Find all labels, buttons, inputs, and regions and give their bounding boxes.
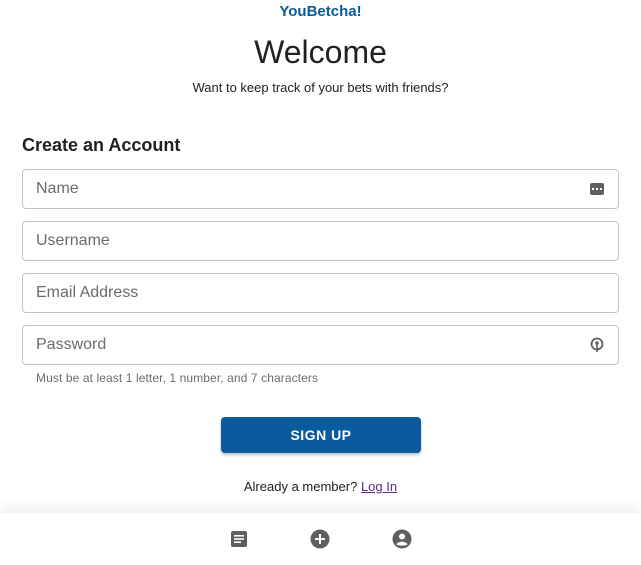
email-field [22,273,619,313]
username-input[interactable] [23,222,618,260]
password-helper-text: Must be at least 1 letter, 1 number, and… [36,371,319,385]
username-field [22,221,619,261]
document-icon[interactable] [228,528,250,550]
account-icon-svg [392,529,412,549]
password-field [22,325,619,365]
account-icon[interactable] [391,528,413,550]
email-input[interactable] [23,274,618,312]
login-link[interactable]: Log In [361,479,397,494]
tagline: Want to keep track of your bets with fri… [192,80,449,95]
form-title: Create an Account [22,135,181,155]
password-key-icon-svg [590,337,604,352]
signup-page: YouBetcha! Welcome Want to keep track of… [0,0,641,565]
member-prompt-text: Already a member? [243,479,358,494]
sign-up-button[interactable]: SIGN UP [221,417,421,453]
name-field [22,169,619,209]
password-key-icon[interactable] [588,336,606,354]
add-circle-icon-svg [310,529,330,549]
login-prompt: Already a member? Log In [0,479,641,494]
add-circle-icon[interactable] [309,528,331,550]
document-icon-svg [231,531,247,547]
page-title: Welcome [254,34,387,70]
brand-title: YouBetcha! [279,3,362,20]
password-input[interactable] [23,326,618,364]
bottom-navigation [0,512,641,565]
contact-card-icon-svg [590,183,604,195]
contact-card-icon[interactable] [588,180,606,198]
name-input[interactable] [23,170,618,208]
